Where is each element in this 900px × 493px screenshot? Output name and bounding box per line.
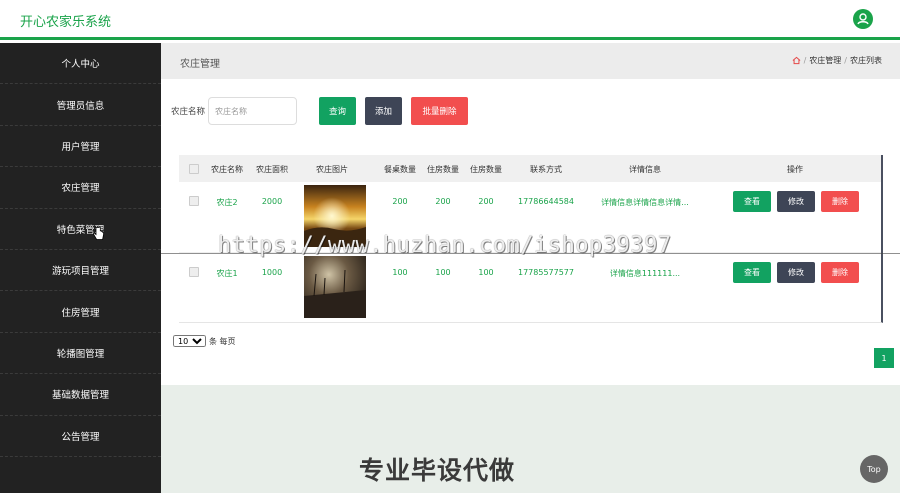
farm-area-cell: 2000 <box>261 197 283 206</box>
table-row: 农庄1 1000 100 100 100 17785577577 详情信息111… <box>179 252 881 322</box>
add-button[interactable]: 添加 <box>365 97 403 125</box>
column-header: 餐桌数量 <box>384 165 416 174</box>
sidebar-item-carousel[interactable]: 轮播图管理 <box>0 333 161 375</box>
select-all-checkbox[interactable] <box>189 164 199 174</box>
sidebar-item-label: 用户管理 <box>61 141 100 153</box>
farm-name-search-input[interactable] <box>208 97 298 125</box>
farm-image-dusk[interactable] <box>304 256 366 318</box>
rooms-count-cell: 200 <box>435 197 451 206</box>
edit-button[interactable]: 修改 <box>777 191 815 212</box>
breadcrumb-item-farms[interactable]: 农庄管理 <box>809 55 841 66</box>
query-button[interactable]: 查询 <box>319 97 357 125</box>
sidebar-item-label: 管理员信息 <box>56 100 105 112</box>
user-profile-button[interactable] <box>853 9 873 29</box>
app-title: 开心农家乐系统 <box>20 15 112 30</box>
sidebar-item-label: 农庄管理 <box>61 183 100 195</box>
rooms-count-cell: 100 <box>435 268 451 277</box>
watermark-line <box>161 253 900 254</box>
column-header: 农庄图片 <box>316 165 348 174</box>
farm-name-cell[interactable]: 农庄2 <box>216 197 237 208</box>
pagination-page-1[interactable]: 1 <box>874 348 894 368</box>
farm-table: 农庄名称 农庄面积 农庄图片 餐桌数量 住房数量 住房数量 联系方式 详情信息 … <box>179 155 883 323</box>
column-header: 联系方式 <box>530 165 562 174</box>
sidebar-item-special-dishes[interactable]: 特色菜管理 <box>0 209 161 250</box>
view-button[interactable]: 查看 <box>733 262 771 283</box>
sidebar-item-users[interactable]: 用户管理 <box>0 126 161 168</box>
page-header: 农庄管理 / 农庄管理 / 农庄列表 <box>161 43 900 79</box>
sidebar-item-profile[interactable]: 个人中心 <box>0 43 161 85</box>
sidebar-item-label: 基础数据管理 <box>51 390 109 402</box>
farm-name-label: 农庄名称 <box>171 107 206 117</box>
sidebar-item-farms[interactable]: 农庄管理 <box>0 167 161 209</box>
rooms-count-cell: 100 <box>478 268 494 277</box>
row-checkbox[interactable] <box>189 196 199 206</box>
sidebar: 个人中心 管理员信息 用户管理 农庄管理 特色菜管理 游玩项目管理 住房管理 轮… <box>0 43 161 493</box>
page-size-control: 10 条 每页 <box>173 335 236 347</box>
content-panel: 农庄名称 查询 添加 批量删除 农庄名称 农庄面积 农庄图片 餐桌数量 住房数量… <box>161 79 900 385</box>
breadcrumb: / 农庄管理 / 农庄列表 <box>792 55 882 66</box>
row-checkbox[interactable] <box>189 267 199 277</box>
promo-text: 专业毕设代做 <box>359 456 516 485</box>
view-button[interactable]: 查看 <box>733 191 771 212</box>
breadcrumb-item-farm-list: 农庄列表 <box>850 56 882 65</box>
table-row: 农庄2 2000 200 200 200 17786644584 详情信息详情信… <box>179 182 881 252</box>
farm-area-cell: 1000 <box>261 268 283 277</box>
sidebar-item-base-data[interactable]: 基础数据管理 <box>0 374 161 416</box>
back-to-top-button[interactable]: Top <box>860 455 888 483</box>
sidebar-item-admin-info[interactable]: 管理员信息 <box>0 84 161 126</box>
sidebar-item-activities[interactable]: 游玩项目管理 <box>0 250 161 292</box>
lower-background <box>161 385 900 493</box>
edit-button[interactable]: 修改 <box>777 262 815 283</box>
detail-cell: 详情信息详情信息详情... <box>601 198 689 207</box>
column-header: 住房数量 <box>470 165 502 174</box>
farm-name-cell[interactable]: 农庄1 <box>216 268 237 279</box>
home-icon[interactable] <box>792 56 801 65</box>
sidebar-item-label: 住房管理 <box>61 307 100 319</box>
column-header: 农庄面积 <box>256 165 288 174</box>
phone-cell: 17786644584 <box>518 197 574 206</box>
table-header: 农庄名称 农庄面积 农庄图片 餐桌数量 住房数量 住房数量 联系方式 详情信息 … <box>179 155 881 182</box>
column-header: 农庄名称 <box>211 165 243 174</box>
sidebar-item-label: 公告管理 <box>61 431 100 443</box>
sidebar-item-label: 游玩项目管理 <box>51 266 109 278</box>
hand-cursor-icon <box>93 226 104 240</box>
user-icon <box>857 13 869 25</box>
tables-count-cell: 100 <box>392 268 408 277</box>
column-header: 详情信息 <box>629 165 661 174</box>
tables-count-cell: 200 <box>392 197 408 206</box>
search-form: 农庄名称 查询 添加 批量删除 <box>171 97 469 125</box>
sidebar-item-notices[interactable]: 公告管理 <box>0 416 161 457</box>
sidebar-item-label: 轮播图管理 <box>56 348 105 360</box>
detail-cell: 详情信息111111... <box>609 269 681 278</box>
top-bar: 开心农家乐系统 <box>0 0 900 40</box>
column-header: 住房数量 <box>427 165 459 174</box>
breadcrumb-separator: / <box>844 56 847 65</box>
main-area: 农庄管理 / 农庄管理 / 农庄列表 农庄名称 查询 添加 批量删除 农庄名称 … <box>161 43 900 493</box>
page-size-select[interactable]: 10 <box>173 335 206 347</box>
page-size-suffix: 条 每页 <box>209 336 236 346</box>
breadcrumb-separator: / <box>803 56 807 65</box>
rooms-count-cell: 200 <box>478 197 494 206</box>
batch-delete-button[interactable]: 批量删除 <box>411 97 469 125</box>
page-title: 农庄管理 <box>180 59 220 70</box>
delete-button[interactable]: 删除 <box>821 191 859 212</box>
column-header: 操作 <box>787 165 803 174</box>
phone-cell: 17785577577 <box>518 268 574 277</box>
delete-button[interactable]: 删除 <box>821 262 859 283</box>
farm-image-sunset[interactable] <box>304 185 366 247</box>
sidebar-item-label: 个人中心 <box>61 59 100 71</box>
sidebar-item-housing[interactable]: 住房管理 <box>0 291 161 333</box>
